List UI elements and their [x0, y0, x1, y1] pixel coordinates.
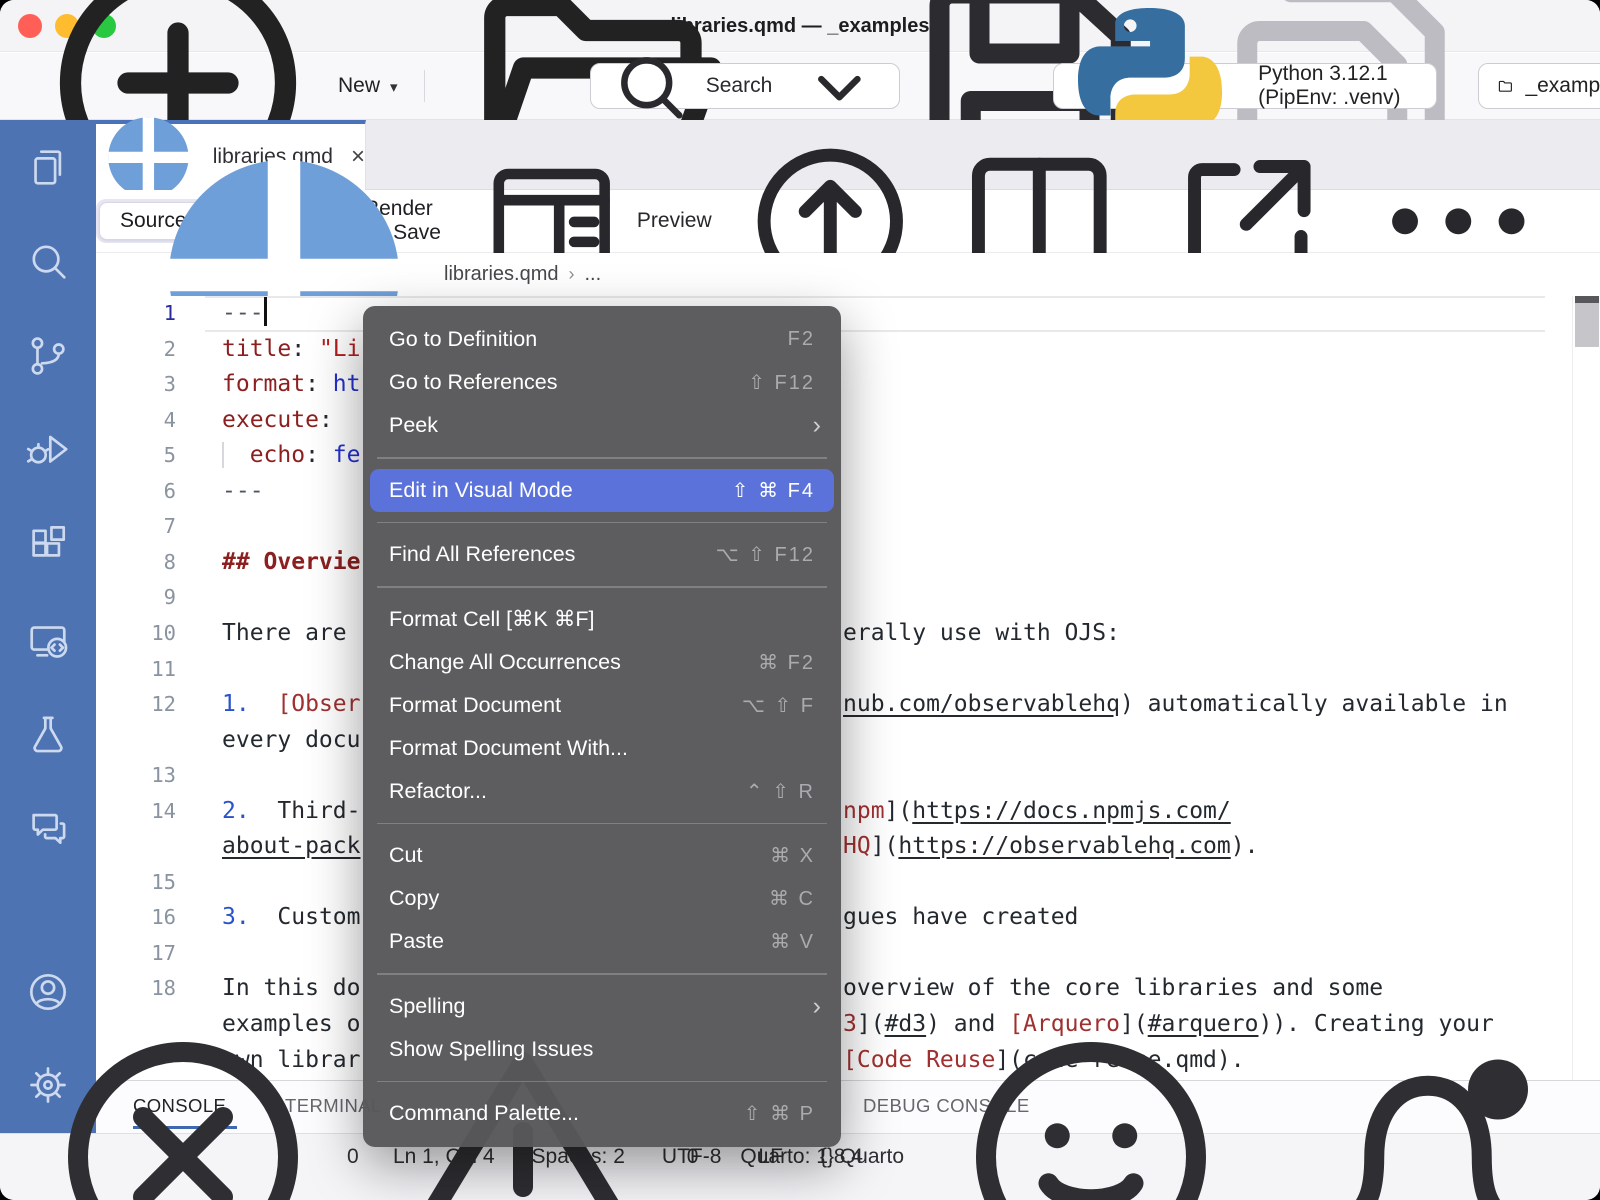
line-number: 12	[96, 687, 176, 723]
menu-item-peek[interactable]: Peek›	[363, 404, 841, 447]
line-number: 10	[96, 616, 176, 652]
error-count[interactable]: 0	[347, 1145, 359, 1169]
breadcrumb-file[interactable]: libraries.qmd	[444, 263, 558, 286]
menu-item-command-palette[interactable]: Command Palette...⇧ ⌘ P	[363, 1092, 841, 1135]
interpreter-label: Python 3.12.1 (PipEnv: .venv)	[1258, 62, 1436, 110]
notifications-bell-icon[interactable]	[1278, 1007, 1578, 1200]
explorer-icon[interactable]	[25, 144, 71, 190]
menu-shortcut: ⇧ F12	[748, 370, 815, 395]
context-menu: Go to DefinitionF2Go to References⇧ F12P…	[363, 306, 841, 1147]
menu-item-format-document[interactable]: Format Document⌥ ⇧ F	[363, 684, 841, 727]
extensions-icon[interactable]	[25, 522, 71, 568]
errors-icon[interactable]	[33, 1007, 333, 1200]
menu-separator	[377, 1081, 827, 1083]
search-input[interactable]: Search	[590, 63, 900, 109]
line-number: 1	[96, 296, 176, 332]
menu-item-go-to-references[interactable]: Go to References⇧ F12	[363, 361, 841, 404]
menu-shortcut: ⌘ X	[770, 843, 815, 868]
menu-item-show-spelling-issues[interactable]: Show Spelling Issues	[363, 1028, 841, 1071]
menu-item-refactor[interactable]: Refactor...⌃ ⇧ R	[363, 770, 841, 813]
menu-shortcut: ⌘ V	[770, 929, 815, 954]
menu-separator	[377, 457, 827, 459]
line-number: 5	[96, 438, 176, 474]
line-number: 4	[96, 403, 176, 439]
interpreter-selector[interactable]: Python 3.12.1 (PipEnv: .venv)	[1053, 63, 1437, 109]
search-placeholder: Search	[706, 74, 773, 98]
feedback-smiley-icon[interactable]	[941, 1007, 1241, 1200]
editor-scrollbar-track	[1572, 296, 1573, 1080]
source-control-icon[interactable]	[25, 333, 71, 379]
breadcrumb-more[interactable]: ...	[584, 263, 601, 286]
menu-shortcut: ⌘ C	[769, 886, 815, 911]
status-utf-8[interactable]: UTF-8	[662, 1145, 722, 1169]
submenu-chevron-icon: ›	[813, 992, 821, 1021]
menu-shortcut: ⇧ ⌘ P	[744, 1101, 815, 1126]
menu-separator	[377, 586, 827, 588]
menu-separator	[377, 973, 827, 975]
breadcrumb-chevron-icon: ›	[568, 264, 574, 285]
text-cursor	[264, 297, 267, 326]
testing-icon[interactable]	[25, 711, 71, 757]
activity-bar	[0, 120, 96, 1133]
menu-shortcut: ⌥ ⇧ F12	[716, 542, 815, 567]
line-number: 13	[96, 758, 176, 794]
menu-shortcut: ⌥ ⇧ F	[742, 693, 815, 718]
remote-explorer-icon[interactable]	[25, 617, 71, 663]
menu-item-format-cell-k-f[interactable]: Format Cell [⌘K ⌘F]	[363, 598, 841, 641]
menu-item-go-to-definition[interactable]: Go to DefinitionF2	[363, 318, 841, 361]
line-number: 11	[96, 652, 176, 688]
workspace-label: _examples	[1525, 74, 1600, 98]
app-window: libraries.qmd — _examples New ▾ Open ▾	[0, 0, 1600, 1200]
line-number: 14	[96, 794, 176, 830]
menu-separator	[377, 823, 827, 825]
menu-item-copy[interactable]: Copy⌘ C	[363, 877, 841, 920]
menu-shortcut: ⌘ F2	[758, 650, 815, 675]
toolbar-divider	[424, 70, 426, 102]
menu-item-edit-in-visual-mode[interactable]: Edit in Visual Mode⇧ ⌘ F4	[370, 469, 834, 512]
search-icon	[607, 43, 694, 130]
menu-item-change-all-occurrences[interactable]: Change All Occurrences⌘ F2	[363, 641, 841, 684]
line-number: 8	[96, 545, 176, 581]
menu-item-find-all-references[interactable]: Find All References⌥ ⇧ F12	[363, 533, 841, 576]
line-number: 9	[96, 580, 176, 616]
new-label: New	[338, 74, 380, 98]
breadcrumb: libraries.qmd › ...	[96, 253, 1600, 296]
status-lf[interactable]: LF	[758, 1145, 783, 1169]
preview-label: Preview	[637, 209, 712, 233]
menu-separator	[377, 522, 827, 524]
workspace-folder-icon	[1497, 78, 1513, 94]
line-number: 6	[96, 474, 176, 510]
line-number: 15	[96, 865, 176, 901]
overview-ruler-mark	[1575, 296, 1599, 303]
comments-icon[interactable]	[25, 804, 71, 850]
line-number: 17	[96, 936, 176, 972]
line-number: 16	[96, 900, 176, 936]
line-number: 2	[96, 332, 176, 368]
line-number: 3	[96, 367, 176, 403]
workspace-selector[interactable]: _examples	[1478, 63, 1600, 109]
main-toolbar: New ▾ Open ▾ ‹ › Search Python 3.12.1 (P…	[0, 53, 1600, 120]
menu-item-paste[interactable]: Paste⌘ V	[363, 920, 841, 963]
search-icon[interactable]	[25, 238, 71, 284]
status-spaces-2[interactable]: Spaces: 2	[532, 1145, 625, 1169]
menu-shortcut: ⌃ ⇧ R	[746, 779, 815, 804]
search-chevron-down-icon	[796, 43, 883, 130]
new-caret-icon: ▾	[390, 78, 398, 96]
menu-item-spelling[interactable]: Spelling›	[363, 985, 841, 1028]
menu-item-cut[interactable]: Cut⌘ X	[363, 834, 841, 877]
line-number: 18	[96, 971, 176, 1007]
run-debug-icon[interactable]	[25, 427, 71, 473]
submenu-chevron-icon: ›	[813, 411, 821, 440]
menu-shortcut: F2	[788, 328, 815, 351]
line-number: 7	[96, 509, 176, 545]
editor-scrollbar-thumb[interactable]	[1575, 296, 1599, 347]
status-ln-1-col-4[interactable]: Ln 1, Col 4	[393, 1145, 495, 1169]
menu-item-format-document-with[interactable]: Format Document With...	[363, 727, 841, 770]
status-quarto[interactable]: {} Quarto	[820, 1145, 904, 1169]
menu-shortcut: ⇧ ⌘ F4	[732, 478, 815, 503]
